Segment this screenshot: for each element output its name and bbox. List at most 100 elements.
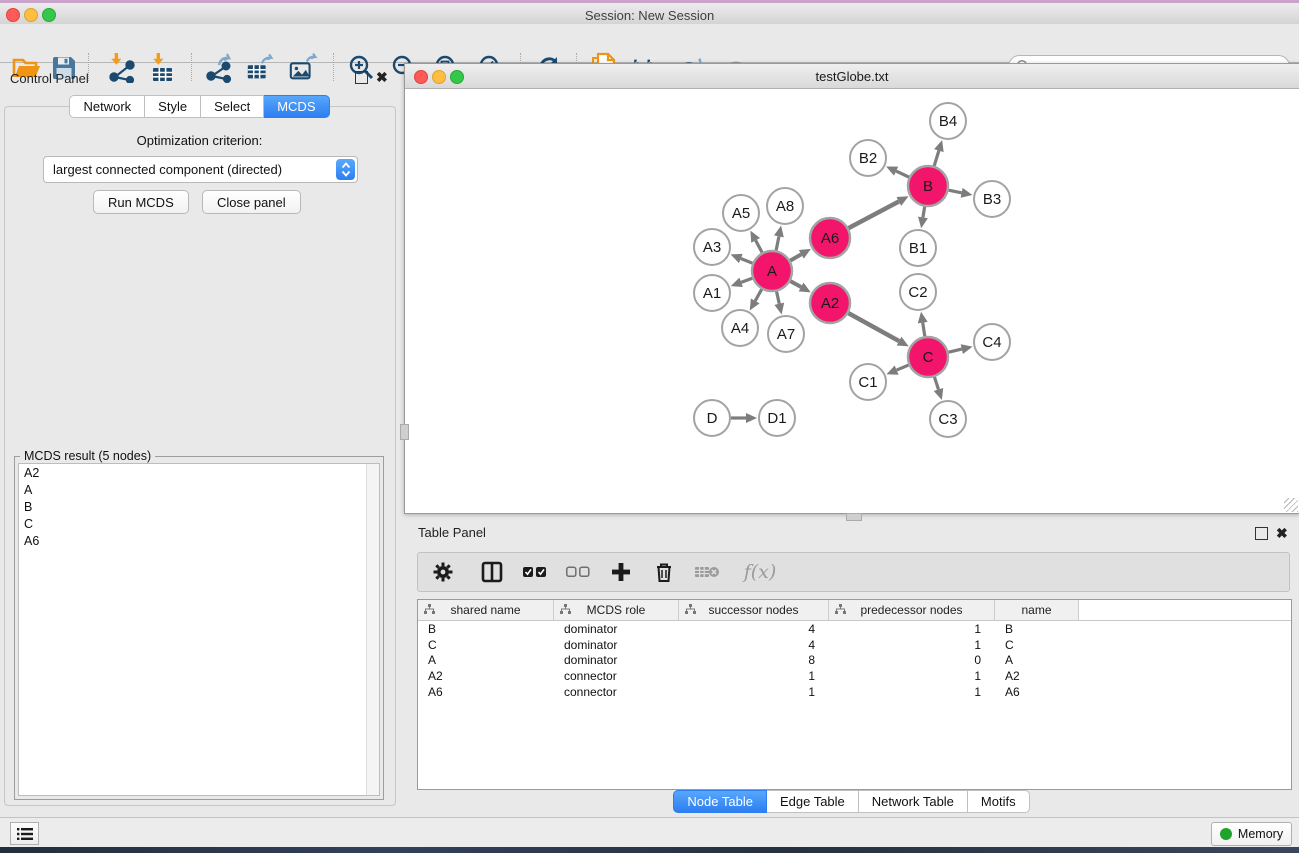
table-row[interactable]: Cdominator41C xyxy=(418,637,1291,653)
edge-C-C4[interactable] xyxy=(948,349,961,352)
table-tab-edge-table[interactable]: Edge Table xyxy=(767,790,859,813)
cell[interactable]: 0 xyxy=(829,653,995,667)
close-panel-button[interactable]: Close panel xyxy=(202,190,301,214)
cell[interactable]: 1 xyxy=(679,685,829,699)
node-label-A6: A6 xyxy=(821,230,839,247)
edge-A6-B[interactable] xyxy=(849,201,899,228)
table-row[interactable]: A2connector11A2 xyxy=(418,668,1291,684)
cell[interactable]: dominator xyxy=(554,622,679,636)
delete-column-icon[interactable] xyxy=(651,559,677,585)
edge-A-A7[interactable] xyxy=(777,291,780,303)
cell[interactable]: A6 xyxy=(418,685,554,699)
tab-network[interactable]: Network xyxy=(69,95,145,118)
edge-A-A6[interactable] xyxy=(790,254,801,260)
export-image-icon[interactable] xyxy=(288,53,318,83)
cell[interactable]: 8 xyxy=(679,653,829,667)
mcds-result-item[interactable]: A xyxy=(19,481,379,498)
mcds-result-box: MCDS result (5 nodes) A2ABCA6 xyxy=(14,456,384,800)
close-icon[interactable]: ✖ xyxy=(1276,528,1288,539)
table-row[interactable]: A6connector11A6 xyxy=(418,684,1291,700)
table-tab-motifs[interactable]: Motifs xyxy=(968,790,1030,813)
task-history-button[interactable] xyxy=(10,822,39,845)
edge-A-A2[interactable] xyxy=(790,281,801,287)
scrollbar-track[interactable] xyxy=(366,464,379,795)
edge-B-B1[interactable] xyxy=(923,207,925,218)
edge-A-A8[interactable] xyxy=(776,236,779,250)
mcds-result-list[interactable]: A2ABCA6 xyxy=(18,463,380,796)
cell[interactable]: 1 xyxy=(829,669,995,683)
gear-icon[interactable] xyxy=(430,559,456,585)
cell[interactable]: A6 xyxy=(995,685,1079,699)
table-tab-network-table[interactable]: Network Table xyxy=(859,790,968,813)
cell[interactable]: B xyxy=(418,622,554,636)
function-builder-icon[interactable]: f(x) xyxy=(737,559,783,585)
node-label-B2: B2 xyxy=(859,150,877,167)
mcds-result-item[interactable]: A6 xyxy=(19,532,379,549)
deselect-all-icon[interactable] xyxy=(565,559,591,585)
network-window-titlebar[interactable]: testGlobe.txt xyxy=(405,64,1299,89)
arrowhead-icon xyxy=(774,303,784,315)
cell[interactable]: A xyxy=(418,653,554,667)
table-row[interactable]: Bdominator41B xyxy=(418,621,1291,637)
table-tab-node-table[interactable]: Node Table xyxy=(673,790,767,813)
edge-A-A5[interactable] xyxy=(756,240,762,252)
resize-grip-icon[interactable] xyxy=(1284,498,1298,512)
column-header-shared-name[interactable]: shared name xyxy=(418,600,554,620)
cell[interactable]: 1 xyxy=(829,638,995,652)
column-header-MCDS-role[interactable]: MCDS role xyxy=(554,600,679,620)
edge-B-B2[interactable] xyxy=(896,171,909,177)
vertical-splitter-handle[interactable] xyxy=(400,424,409,440)
cell[interactable]: 1 xyxy=(679,669,829,683)
edge-C-C3[interactable] xyxy=(934,377,938,390)
export-network-icon[interactable] xyxy=(204,53,234,83)
close-icon[interactable]: ✖ xyxy=(376,72,388,83)
cell[interactable]: A2 xyxy=(995,669,1079,683)
cell[interactable]: 4 xyxy=(679,622,829,636)
edge-A2-C[interactable] xyxy=(848,313,899,341)
float-window-icon[interactable] xyxy=(1255,527,1268,540)
import-network-icon[interactable] xyxy=(106,53,136,83)
cell[interactable]: 1 xyxy=(829,622,995,636)
table-toolbar: f(x) xyxy=(417,552,1290,592)
edge-A-A3[interactable] xyxy=(741,259,753,264)
edge-C-C1[interactable] xyxy=(897,365,909,370)
edge-A-A1[interactable] xyxy=(741,278,752,282)
network-canvas[interactable]: B4B2BB3A8A5A6A3B1AA1C2A2A4A7C4CC1C3DD1 xyxy=(405,89,1297,511)
cell[interactable]: connector xyxy=(554,669,679,683)
tab-mcds[interactable]: MCDS xyxy=(264,95,329,118)
edge-B-B3[interactable] xyxy=(949,190,962,193)
column-header-predecessor-nodes[interactable]: predecessor nodes xyxy=(829,600,995,620)
cell[interactable]: dominator xyxy=(554,638,679,652)
cell[interactable]: C xyxy=(418,638,554,652)
delete-table-icon[interactable] xyxy=(694,559,720,585)
memory-button[interactable]: Memory xyxy=(1211,822,1292,846)
optimization-criterion-select[interactable]: largest connected component (directed) xyxy=(43,156,358,183)
horizontal-splitter-handle[interactable] xyxy=(846,513,862,521)
cell[interactable]: dominator xyxy=(554,653,679,667)
cell[interactable]: A2 xyxy=(418,669,554,683)
edge-C-C2[interactable] xyxy=(923,323,925,337)
import-table-icon[interactable] xyxy=(146,53,176,83)
add-column-icon[interactable] xyxy=(608,559,634,585)
run-mcds-button[interactable]: Run MCDS xyxy=(93,190,189,214)
mcds-result-item[interactable]: A2 xyxy=(19,464,379,481)
mcds-result-item[interactable]: B xyxy=(19,498,379,515)
float-window-icon[interactable] xyxy=(355,71,368,84)
tab-select[interactable]: Select xyxy=(201,95,264,118)
split-panel-icon[interactable] xyxy=(479,559,505,585)
edge-B-B4[interactable] xyxy=(934,151,939,166)
select-all-icon[interactable] xyxy=(522,559,548,585)
edge-A-A4[interactable] xyxy=(755,289,762,301)
tab-style[interactable]: Style xyxy=(145,95,201,118)
cell[interactable]: B xyxy=(995,622,1079,636)
cell[interactable]: 1 xyxy=(829,685,995,699)
export-table-icon[interactable] xyxy=(245,53,275,83)
mcds-result-item[interactable]: C xyxy=(19,515,379,532)
table-row[interactable]: Adominator80A xyxy=(418,653,1291,669)
column-header-name[interactable]: name xyxy=(995,600,1079,620)
cell[interactable]: C xyxy=(995,638,1079,652)
column-header-successor-nodes[interactable]: successor nodes xyxy=(679,600,829,620)
cell[interactable]: 4 xyxy=(679,638,829,652)
cell[interactable]: A xyxy=(995,653,1079,667)
cell[interactable]: connector xyxy=(554,685,679,699)
